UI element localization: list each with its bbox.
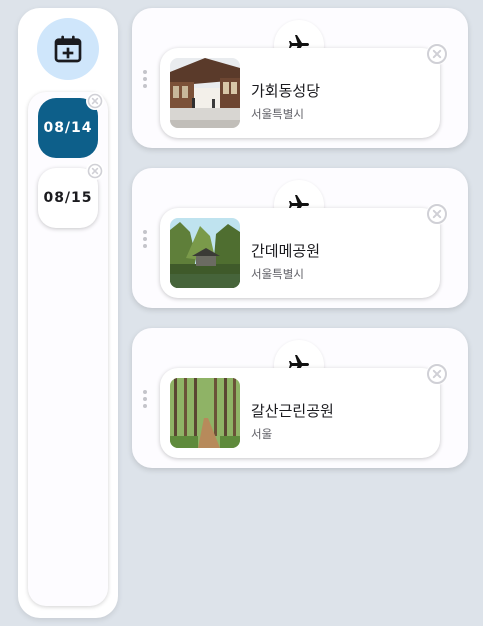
place-name: 간데메공원 <box>251 242 321 260</box>
drag-handle[interactable] <box>143 390 149 408</box>
remove-date-button[interactable] <box>86 162 104 180</box>
place-item[interactable]: 갈산근린공원 서울 <box>160 368 440 458</box>
close-icon <box>87 93 103 109</box>
close-icon <box>427 204 447 224</box>
place-item[interactable]: 가회동성당 서울특별시 <box>160 48 440 138</box>
place-name: 가회동성당 <box>251 82 321 100</box>
add-date-button[interactable] <box>37 18 99 80</box>
delete-place-button[interactable] <box>426 363 448 385</box>
schedule-card: 가회동성당 서울특별시 <box>132 8 468 148</box>
date-chip-0814[interactable]: 08/14 <box>38 92 104 158</box>
date-chip-label: 08/14 <box>43 120 93 136</box>
delete-place-button[interactable] <box>426 43 448 65</box>
schedule-card: 갈산근린공원 서울 <box>132 328 468 468</box>
place-region: 서울특별시 <box>251 107 304 121</box>
place-thumbnail <box>170 378 240 448</box>
date-sidebar: 08/14 08/15 <box>18 8 118 618</box>
date-list: 08/14 08/15 <box>28 92 108 606</box>
place-region: 서울특별시 <box>251 267 304 281</box>
drag-handle[interactable] <box>143 70 149 88</box>
place-thumbnail <box>170 58 240 128</box>
date-chip-0815[interactable]: 08/15 <box>38 162 104 228</box>
schedule-card: 간데메공원 서울특별시 <box>132 168 468 308</box>
drag-handle[interactable] <box>143 230 149 248</box>
date-chip-label: 08/15 <box>43 190 93 206</box>
remove-date-button[interactable] <box>86 92 104 110</box>
close-icon <box>427 364 447 384</box>
place-item[interactable]: 간데메공원 서울특별시 <box>160 208 440 298</box>
place-name: 갈산근린공원 <box>251 402 334 420</box>
close-icon <box>87 163 103 179</box>
place-region: 서울 <box>251 427 273 441</box>
place-thumbnail <box>170 218 240 288</box>
calendar-add-icon <box>54 35 82 63</box>
close-icon <box>427 44 447 64</box>
delete-place-button[interactable] <box>426 203 448 225</box>
